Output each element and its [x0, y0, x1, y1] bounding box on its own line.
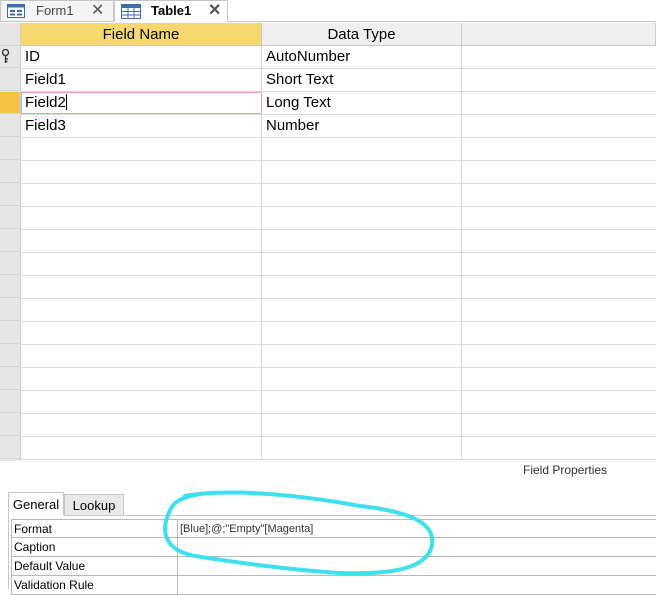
tab-form1[interactable]: Form1 ✕ — [0, 0, 114, 21]
row-selector[interactable] — [0, 368, 20, 390]
tab-label: Table1 — [151, 3, 192, 18]
default-value-property-input[interactable] — [178, 557, 656, 576]
table-row-current[interactable]: Field2 Long Text — [21, 92, 656, 115]
row-selector[interactable] — [0, 69, 20, 91]
tab-label: Form1 — [36, 3, 74, 18]
row-selector[interactable] — [0, 414, 20, 436]
row-selector-id[interactable] — [0, 46, 20, 68]
row-selector[interactable] — [0, 299, 20, 321]
property-name: Format — [11, 519, 178, 538]
text-cursor — [65, 94, 67, 110]
empty-row[interactable] — [21, 207, 656, 230]
row-selector-column — [0, 23, 21, 461]
row-selector[interactable] — [0, 184, 20, 206]
table-row[interactable]: Field1 Short Text — [21, 69, 656, 92]
table-icon — [121, 4, 141, 19]
empty-row[interactable] — [21, 414, 656, 437]
validation-rule-property-input[interactable] — [178, 576, 656, 595]
format-property-input[interactable]: [Blue];@;"Empty"[Magenta] — [178, 519, 656, 538]
table-row[interactable]: Field3 Number — [21, 115, 656, 138]
property-name: Caption — [11, 538, 178, 557]
field-name-cell-editing[interactable]: Field2 — [21, 92, 262, 114]
close-icon[interactable]: ✕ — [91, 2, 104, 20]
description-cell[interactable] — [462, 92, 656, 114]
property-row-default-value[interactable]: Default Value — [11, 557, 656, 576]
data-type-cell[interactable]: Short Text — [262, 69, 462, 91]
column-header-data-type[interactable]: Data Type — [262, 23, 462, 46]
row-selector[interactable] — [0, 437, 20, 459]
row-selector[interactable] — [0, 230, 20, 252]
data-type-cell[interactable]: AutoNumber — [262, 46, 462, 68]
row-selector[interactable] — [0, 391, 20, 413]
field-name-cell[interactable]: Field1 — [21, 69, 262, 91]
tab-general[interactable]: General — [8, 492, 64, 516]
row-selector[interactable] — [0, 322, 20, 344]
empty-row[interactable] — [21, 184, 656, 207]
empty-row[interactable] — [21, 299, 656, 322]
column-header-field-name[interactable]: Field Name — [21, 23, 262, 46]
row-selector[interactable] — [0, 276, 20, 298]
empty-row[interactable] — [21, 322, 656, 345]
field-name-text: Field2 — [25, 94, 66, 111]
row-selector[interactable] — [0, 207, 20, 229]
empty-row[interactable] — [21, 391, 656, 414]
column-header-description[interactable] — [462, 23, 656, 46]
empty-row[interactable] — [21, 138, 656, 161]
property-row-format[interactable]: Format [Blue];@;"Empty"[Magenta] — [11, 519, 656, 538]
empty-row[interactable] — [21, 276, 656, 299]
description-cell[interactable] — [462, 46, 656, 68]
description-cell[interactable] — [462, 69, 656, 91]
close-icon[interactable]: ✕ — [208, 2, 221, 20]
data-type-cell[interactable]: Long Text — [262, 92, 462, 114]
tab-lookup[interactable]: Lookup — [64, 494, 124, 516]
field-properties-title: Field Properties — [523, 463, 608, 477]
row-selector[interactable] — [0, 161, 20, 183]
row-selector[interactable] — [0, 253, 20, 275]
property-name: Validation Rule — [11, 576, 178, 595]
property-row-caption[interactable]: Caption — [11, 538, 656, 557]
select-all-corner[interactable] — [0, 23, 20, 46]
table-row[interactable]: ID AutoNumber — [21, 46, 656, 69]
field-name-cell[interactable]: Field3 — [21, 115, 262, 137]
empty-row[interactable] — [21, 253, 656, 276]
property-row-validation-rule[interactable]: Validation Rule — [11, 576, 656, 595]
caption-property-input[interactable] — [178, 538, 656, 557]
description-cell[interactable] — [462, 115, 656, 137]
row-selector[interactable] — [0, 115, 20, 137]
field-properties-sheet: Format [Blue];@;"Empty"[Magenta] Caption… — [8, 515, 656, 595]
row-selector[interactable] — [0, 138, 20, 160]
document-tab-strip: Form1 ✕ Table1 ✕ — [0, 0, 656, 22]
form-icon — [7, 4, 25, 18]
data-type-cell[interactable]: Number — [262, 115, 462, 137]
table-design-grid: Field Name Data Type ID AutoNumber Field… — [0, 23, 656, 461]
field-name-cell[interactable]: ID — [21, 46, 262, 68]
row-selector[interactable] — [0, 345, 20, 367]
tab-table1[interactable]: Table1 ✕ — [114, 0, 228, 22]
empty-row[interactable] — [21, 368, 656, 391]
row-selector-current[interactable] — [0, 92, 20, 114]
empty-row[interactable] — [21, 161, 656, 184]
empty-row[interactable] — [21, 230, 656, 253]
primary-key-icon — [1, 49, 10, 63]
empty-row[interactable] — [21, 437, 656, 460]
empty-row[interactable] — [21, 345, 656, 368]
property-name: Default Value — [11, 557, 178, 576]
